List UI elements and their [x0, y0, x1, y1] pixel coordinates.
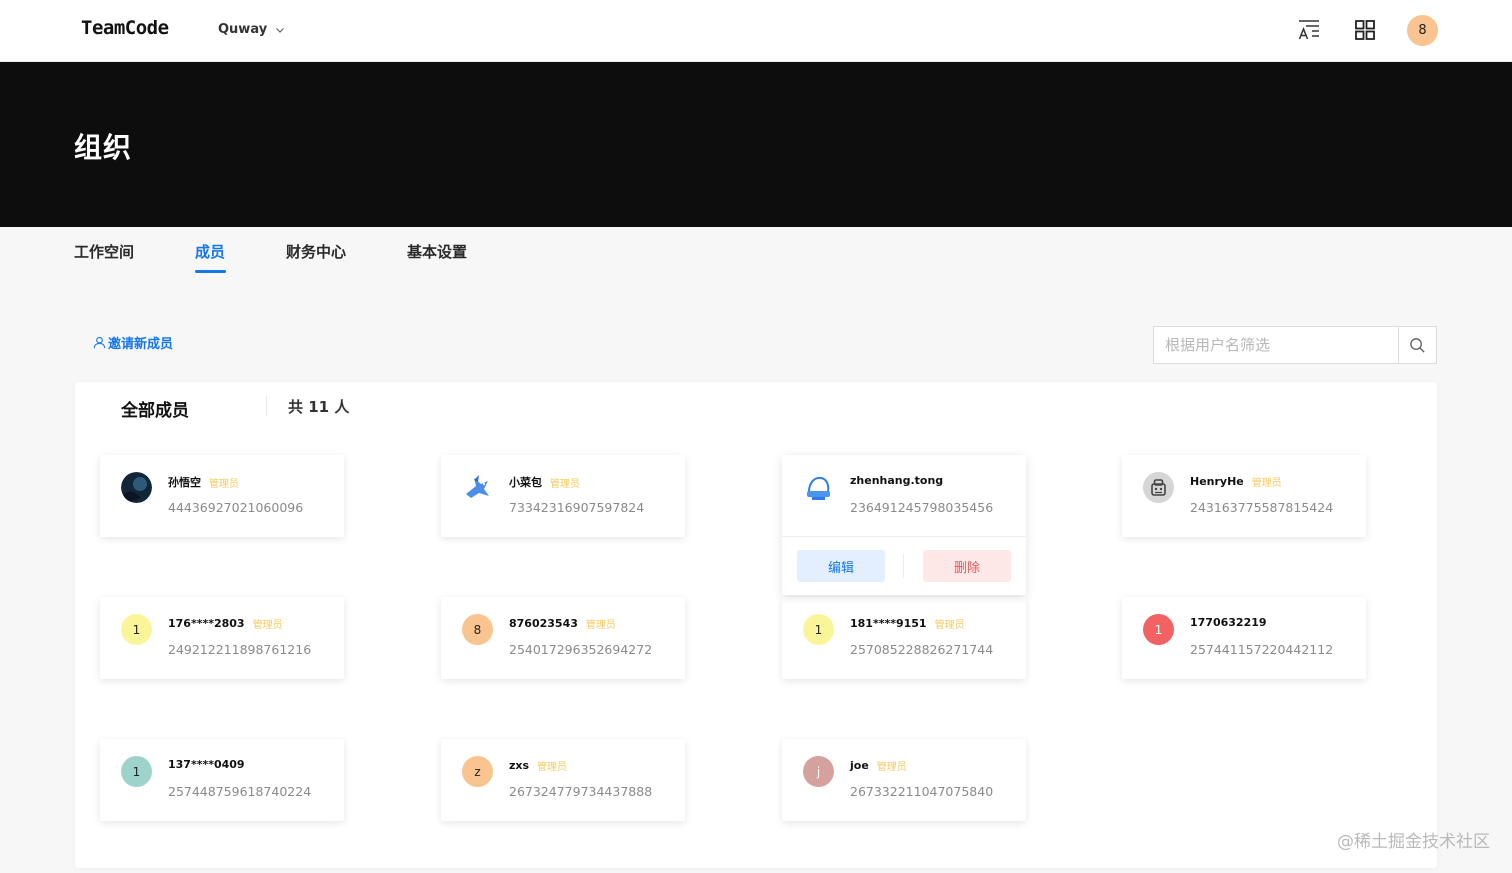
edit-member-button[interactable]: 编辑 — [797, 550, 885, 582]
page-title: 组织 — [74, 131, 133, 164]
member-card[interactable]: 1 1770632219 257441157220442112 — [1122, 597, 1366, 679]
invite-label: 邀请新成员 — [108, 337, 174, 352]
member-name: 137****0409 — [168, 758, 245, 771]
role-badge: 管理员 — [876, 762, 907, 773]
search-icon — [1410, 337, 1425, 353]
member-name: 孙悟空 — [168, 476, 201, 489]
member-avatar — [1143, 472, 1174, 503]
member-count: 共 11 人 — [288, 398, 350, 416]
member-name: joe — [850, 759, 869, 772]
member-avatar: j — [803, 756, 834, 787]
member-name-row: 1770632219 — [1190, 616, 1275, 629]
role-badge: 管理员 — [1251, 478, 1282, 489]
member-card[interactable]: 1 176****2803 管理员 249212211898761216 — [100, 597, 344, 679]
tab-workspace[interactable]: 工作空间 — [74, 241, 134, 262]
member-avatar: 1 — [121, 614, 152, 645]
member-name-row: zhenhang.tong — [850, 474, 951, 487]
page-banner: 组织 — [0, 62, 1512, 227]
member-name: 小菜包 — [509, 476, 542, 489]
member-avatar — [462, 472, 493, 503]
org-switcher[interactable]: Quway — [218, 22, 285, 37]
member-avatar: 8 — [462, 614, 493, 645]
member-avatar — [121, 472, 152, 503]
member-name: zhenhang.tong — [850, 474, 944, 487]
tab-finance[interactable]: 财务中心 — [286, 241, 346, 262]
member-card[interactable]: z zxs 管理员 267324779734437888 — [441, 739, 685, 821]
member-id: 236491245798035456 — [850, 500, 994, 515]
watermark: @稀土掘金技术社区 — [1337, 832, 1490, 852]
member-id: 257441157220442112 — [1190, 642, 1334, 657]
panel-title: 全部成员 — [121, 401, 189, 421]
role-badge: 管理员 — [585, 620, 616, 631]
bird-icon — [466, 475, 489, 498]
member-name-row: 876023543 管理员 — [509, 616, 616, 631]
member-id: 267332211047075840 — [850, 784, 994, 799]
member-id: 267324779734437888 — [509, 784, 653, 799]
member-id: 44436927021060096 — [168, 500, 304, 515]
user-icon — [93, 336, 106, 349]
search-button[interactable] — [1398, 327, 1436, 363]
active-tab-indicator — [195, 270, 226, 273]
member-name: HenryHe — [1190, 475, 1244, 488]
member-avatar: 1 — [121, 756, 152, 787]
member-search — [1153, 326, 1437, 364]
member-name-row: 176****2803 管理员 — [168, 616, 283, 631]
member-card[interactable]: 8 876023543 管理员 254017296352694272 — [441, 597, 685, 679]
member-id: 73342316907597824 — [509, 500, 645, 515]
button-divider — [903, 554, 904, 578]
member-name-row: 181****9151 管理员 — [850, 616, 965, 631]
member-name: 876023543 — [509, 617, 578, 630]
member-card[interactable]: 孙悟空 管理员 44436927021060096 — [100, 455, 344, 537]
app-grid-icon[interactable] — [1353, 18, 1377, 42]
role-badge: 管理员 — [934, 620, 965, 631]
card-divider — [782, 536, 1026, 537]
member-avatar: 1 — [1143, 614, 1174, 645]
members-panel: 全部成员 共 11 人 孙悟空 管理员 44436927021060096 小菜… — [75, 382, 1437, 868]
tab-bar: 工作空间 成员 财务中心 基本设置 — [0, 227, 1512, 277]
tab-settings[interactable]: 基本设置 — [407, 241, 467, 262]
member-name-row: joe 管理员 — [850, 758, 907, 773]
role-badge: 管理员 — [537, 762, 568, 773]
delete-member-button[interactable]: 删除 — [923, 550, 1011, 582]
role-badge: 管理员 — [209, 478, 239, 490]
helmet-icon — [807, 476, 830, 500]
top-navbar: TeamCode Quway 8 — [0, 0, 1512, 62]
member-card[interactable]: HenryHe 管理员 243163775587815424 — [1122, 455, 1366, 537]
member-name: zxs — [509, 759, 530, 772]
member-name: 1770632219 — [1190, 616, 1267, 629]
member-avatar: 1 — [803, 614, 834, 645]
org-name: Quway — [218, 22, 268, 37]
role-badge: 管理员 — [550, 478, 580, 490]
role-badge: 管理员 — [252, 620, 283, 631]
member-id: 243163775587815424 — [1190, 500, 1334, 515]
member-card[interactable]: 1 181****9151 管理员 257085228826271744 — [782, 597, 1026, 679]
member-card[interactable]: zhenhang.tong 236491245798035456 编辑 删除 — [782, 455, 1026, 595]
member-id: 254017296352694272 — [509, 642, 653, 657]
invite-member-button[interactable]: 邀请新成员 — [93, 333, 173, 352]
search-input[interactable] — [1154, 327, 1398, 363]
divider — [266, 396, 267, 416]
member-id: 257448759618740224 — [168, 784, 312, 799]
member-name: 176****2803 — [168, 617, 245, 630]
language-icon[interactable] — [1297, 18, 1321, 42]
member-name-row: 孙悟空 管理员 — [168, 474, 239, 490]
photo-avatar-icon — [121, 472, 152, 503]
member-name: 181****9151 — [850, 617, 927, 630]
member-id: 249212211898761216 — [168, 642, 312, 657]
member-card[interactable]: 小菜包 管理员 73342316907597824 — [441, 455, 685, 537]
chevron-down-icon — [276, 27, 285, 33]
teamcode-logo[interactable]: TeamCode — [81, 17, 169, 39]
member-card[interactable]: j joe 管理员 267332211047075840 — [782, 739, 1026, 821]
member-avatar — [803, 472, 834, 503]
member-name-row: HenryHe 管理员 — [1190, 474, 1282, 489]
member-name-row: 小菜包 管理员 — [509, 474, 580, 490]
member-name-row: zxs 管理员 — [509, 758, 567, 773]
member-name-row: 137****0409 — [168, 758, 253, 771]
user-avatar[interactable]: 8 — [1407, 15, 1438, 46]
robot-icon — [1143, 472, 1174, 503]
member-id: 257085228826271744 — [850, 642, 994, 657]
tab-members[interactable]: 成员 — [195, 241, 225, 262]
member-card[interactable]: 1 137****0409 257448759618740224 — [100, 739, 344, 821]
member-avatar: z — [462, 756, 493, 787]
